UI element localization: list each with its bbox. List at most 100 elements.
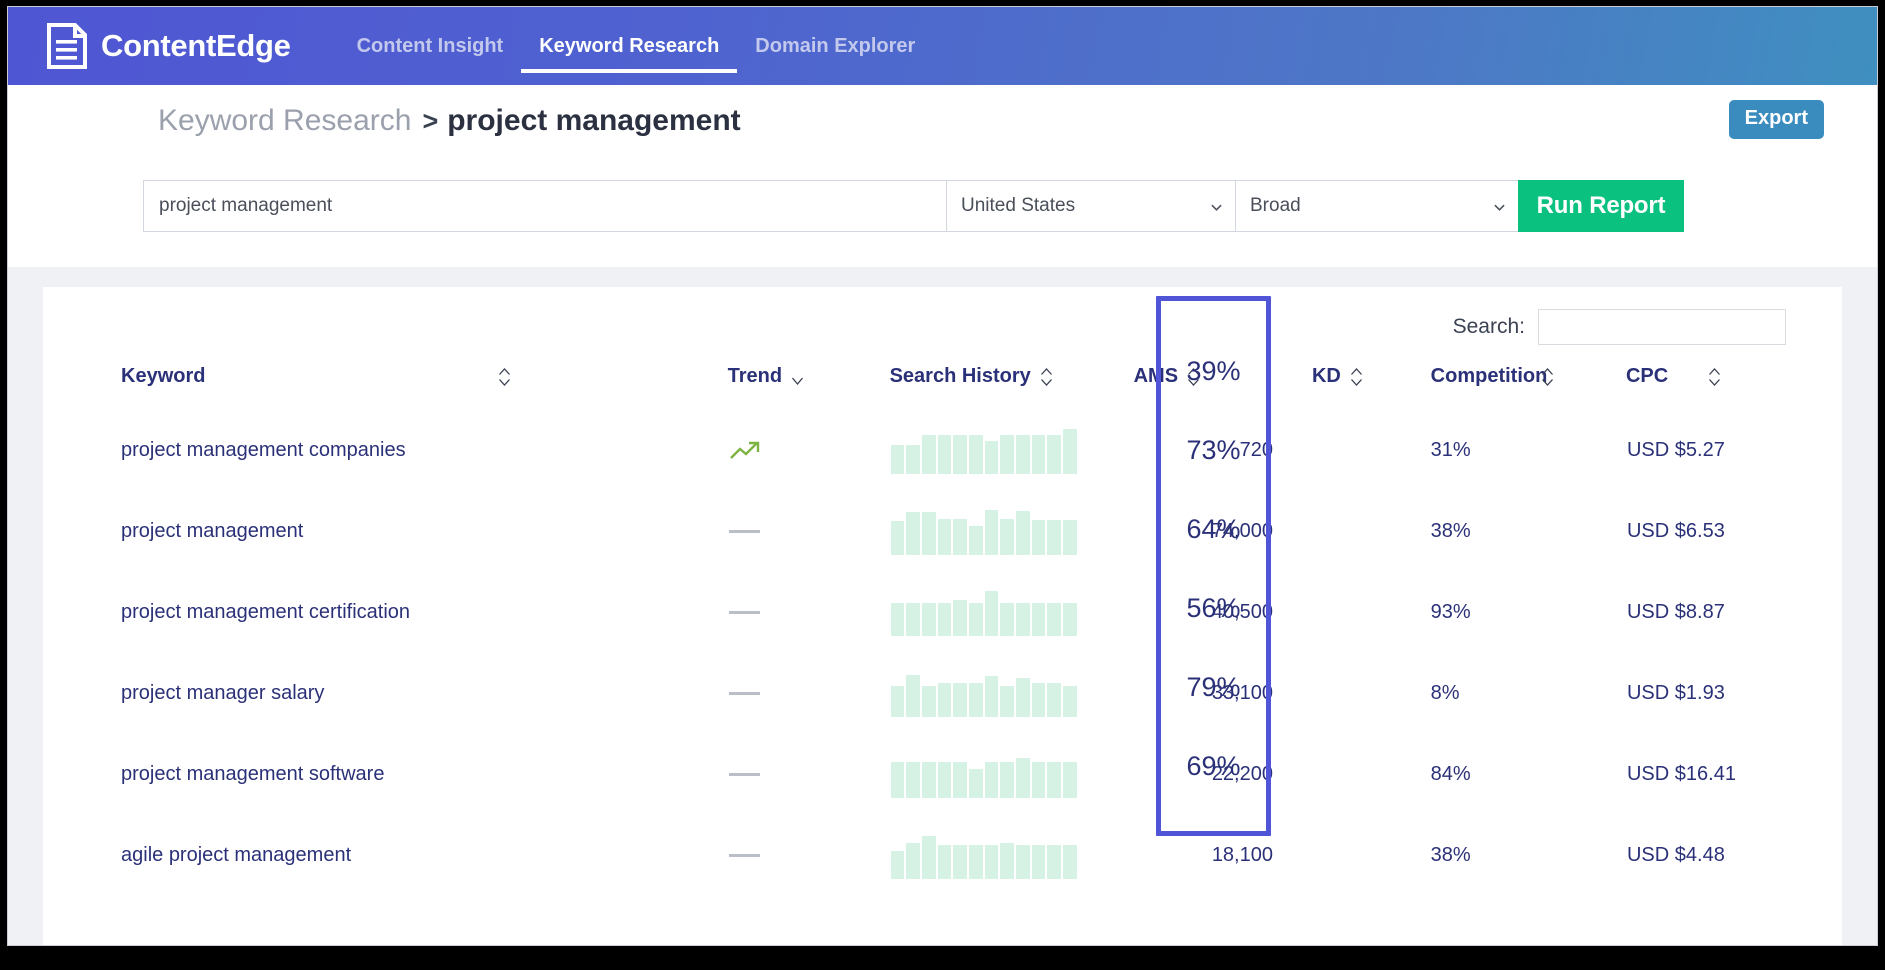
sparkline-bar — [1000, 842, 1014, 879]
match-type-select-value: Broad — [1250, 195, 1301, 216]
sparkline-bar — [937, 518, 952, 555]
sparkline-bar — [906, 444, 920, 474]
breadcrumb-separator: > — [422, 105, 439, 136]
sparkline-bar — [1047, 434, 1061, 474]
country-select[interactable]: United States — [946, 180, 1235, 232]
table-row[interactable]: project management companies 720 31% USD $5… — [43, 410, 1842, 491]
sparkline-bar — [921, 686, 936, 717]
run-report-button[interactable]: Run Report — [1518, 180, 1684, 232]
cell-keyword[interactable]: project management certification — [43, 572, 728, 653]
sparkline-bar — [1062, 603, 1077, 636]
column-header-ams[interactable]: AMS — [1134, 365, 1274, 410]
sort-updown-icon[interactable] — [1040, 366, 1053, 388]
table-row[interactable]: project management 74,000 38% USD $6.53 — [43, 491, 1842, 572]
column-header-competition[interactable]: Competition — [1419, 365, 1626, 410]
sparkline-bar — [1000, 603, 1014, 636]
sparkline-bar — [984, 761, 999, 798]
sort-updown-icon[interactable] — [1541, 366, 1554, 388]
sparkline-bar — [921, 761, 936, 798]
chevron-down-icon — [1494, 204, 1505, 211]
sort-updown-icon[interactable] — [1187, 366, 1200, 388]
column-header-search-history-label: Search History — [889, 365, 1031, 387]
table-search-input[interactable] — [1538, 309, 1786, 345]
column-header-kd[interactable]: KD — [1274, 365, 1419, 410]
column-header-ams-label: AMS — [1133, 365, 1179, 387]
tab-content-insight[interactable]: Content Insight — [339, 7, 522, 85]
sparkline-bar — [968, 525, 983, 555]
column-header-search-history[interactable]: Search History — [890, 365, 1134, 410]
cell-cpc: USD $16.41 — [1626, 763, 1736, 785]
cell-keyword[interactable]: agile project management — [43, 815, 728, 896]
table-search-filter: Search: — [1453, 309, 1786, 345]
table-row[interactable]: project management certification 40,500 93… — [43, 572, 1842, 653]
search-controls-row: United States Broad Run Report — [143, 180, 1684, 232]
cell-competition: 84% — [1430, 763, 1471, 785]
sparkline-bar — [1047, 845, 1061, 879]
column-header-keyword-label: Keyword — [121, 365, 206, 387]
sparkline-bar — [1031, 683, 1046, 717]
tab-domain-explorer-label: Domain Explorer — [755, 34, 916, 57]
trend-flat-icon — [728, 611, 760, 615]
match-type-select[interactable]: Broad — [1235, 180, 1518, 232]
cell-trend — [728, 410, 890, 491]
table-header-row: Keyword Trend Search History AMS KD Comp… — [43, 365, 1842, 410]
sparkline-bar — [1062, 845, 1077, 879]
tab-keyword-research[interactable]: Keyword Research — [521, 7, 738, 85]
sparkline-bar — [906, 675, 920, 717]
sparkline-bar — [890, 761, 905, 798]
cell-cpc: USD $8.87 — [1626, 601, 1725, 623]
cell-cpc: USD $5.27 — [1626, 439, 1725, 461]
cell-kd — [1274, 815, 1419, 896]
breadcrumb-parent[interactable]: Keyword Research — [158, 104, 411, 138]
table-row[interactable]: project management software 22,200 84% USD … — [43, 734, 1842, 815]
cell-competition: 38% — [1430, 844, 1471, 866]
nav-tab-list: Content Insight Keyword Research Domain … — [339, 7, 934, 85]
cell-trend — [728, 734, 890, 815]
sparkline-bar — [937, 603, 952, 636]
cell-competition: 31% — [1430, 439, 1471, 461]
tab-domain-explorer[interactable]: Domain Explorer — [737, 7, 933, 85]
column-header-competition-label: Competition — [1430, 365, 1548, 387]
sparkline-bar — [1031, 845, 1046, 879]
sparkline-bar — [1000, 434, 1014, 474]
cell-ams: 33,100 — [1211, 682, 1273, 704]
cell-kd — [1274, 734, 1419, 815]
column-header-keyword[interactable]: Keyword — [43, 365, 728, 410]
sort-updown-icon[interactable] — [1708, 366, 1721, 388]
sparkline-bar — [1015, 434, 1030, 474]
sparkline-bar — [1062, 520, 1077, 555]
sort-updown-icon[interactable] — [498, 366, 511, 388]
cell-ams: 74,000 — [1211, 520, 1273, 542]
sparkline-bar — [1015, 511, 1030, 555]
cell-ams: 40,500 — [1211, 601, 1273, 623]
cell-kd — [1274, 410, 1419, 491]
chevron-down-icon — [1211, 204, 1222, 211]
cell-keyword[interactable]: project management software — [43, 734, 728, 815]
chevron-down-icon[interactable] — [791, 366, 804, 388]
trend-flat-icon — [728, 773, 760, 777]
cell-trend — [728, 572, 890, 653]
cell-keyword[interactable]: project management companies — [43, 410, 728, 491]
keyword-input[interactable] — [143, 180, 946, 232]
cell-cpc: USD $4.48 — [1626, 844, 1725, 866]
keyword-results-table: Keyword Trend Search History AMS KD Comp… — [43, 365, 1842, 896]
cell-search-history — [890, 572, 1134, 653]
cell-keyword[interactable]: project management — [43, 491, 728, 572]
column-header-cpc[interactable]: CPC — [1626, 365, 1842, 410]
cell-cpc: USD $1.93 — [1626, 682, 1725, 704]
cell-keyword[interactable]: project manager salary — [43, 653, 728, 734]
sparkline-bar — [984, 441, 999, 474]
sparkline-bar — [1062, 761, 1077, 798]
column-header-trend[interactable]: Trend — [728, 365, 890, 410]
brand-logo-group[interactable]: ContentEdge — [46, 23, 291, 69]
page-body: Search: Keyword Trend Search History AMS… — [8, 267, 1877, 945]
table-row[interactable]: project manager salary 33,100 8% USD $1.93 — [43, 653, 1842, 734]
trend-flat-icon — [728, 530, 760, 534]
table-row[interactable]: agile project management 18,100 38% USD $4.… — [43, 815, 1842, 896]
sort-updown-icon[interactable] — [1350, 366, 1363, 388]
export-button[interactable]: Export — [1728, 100, 1824, 139]
sparkline-bar — [953, 518, 967, 555]
table-head: Keyword Trend Search History AMS KD Comp… — [43, 365, 1842, 410]
application-window: ContentEdge Content Insight Keyword Rese… — [7, 6, 1878, 946]
sparkline-bar — [968, 845, 983, 879]
